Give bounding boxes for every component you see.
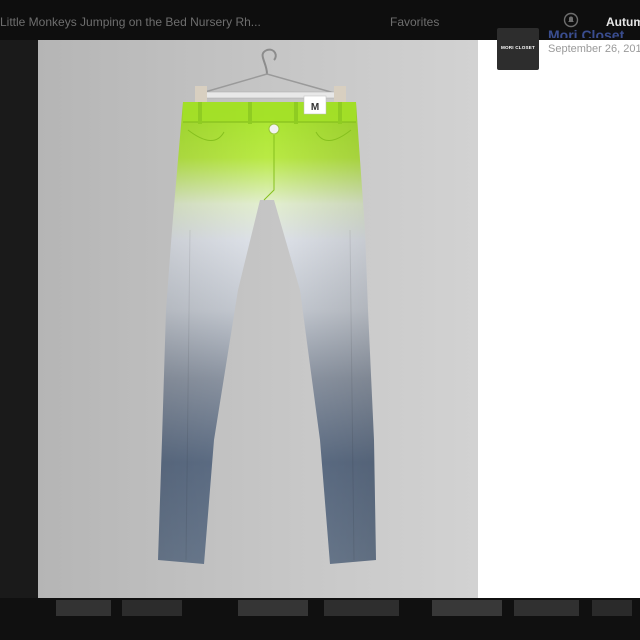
thumbnail[interactable] [592,600,632,616]
size-tag: M [311,102,319,113]
thumbnail[interactable] [432,600,502,616]
jeans-image: M [158,48,376,564]
post-date: September 26, 2016 [548,43,640,55]
pin-title-link[interactable]: Little Monkeys Jumping on the Bed Nurser… [0,15,270,29]
thumbnail[interactable] [56,600,111,616]
thumbnail[interactable] [324,600,399,616]
side-panel [478,40,640,598]
seller-name[interactable]: Mori Closet [548,27,624,38]
thumbnail[interactable] [238,600,308,616]
thumbnail[interactable] [514,600,579,616]
avatar-brand-text: MORI CLOSET [500,45,536,50]
bell-icon[interactable] [563,12,579,28]
thumbnail[interactable] [122,600,182,616]
top-bar: Little Monkeys Jumping on the Bed Nurser… [0,0,640,40]
left-dim-strip [0,40,38,598]
favorites-link[interactable]: Favorites [390,15,439,29]
seller-avatar[interactable]: MORI CLOSET [497,28,539,70]
product-photo[interactable]: M [38,40,478,598]
